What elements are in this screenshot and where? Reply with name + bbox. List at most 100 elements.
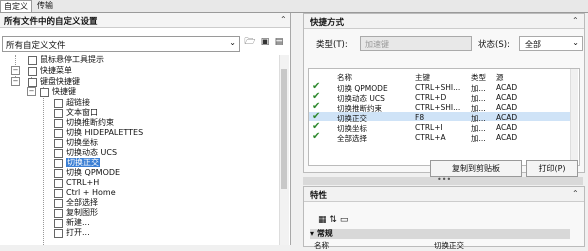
property-pages-icon[interactable]: ▭ [340, 215, 349, 225]
column-header-key[interactable]: 主键 [415, 72, 430, 83]
tree-node-item[interactable]: 切换推断约束 [54, 118, 114, 128]
collapse-icon[interactable]: ⌃ [572, 16, 579, 25]
command-icon [54, 168, 63, 178]
shortcut-source: ACAD [496, 133, 518, 142]
shortcut-source: ACAD [496, 93, 518, 102]
chevron-down-icon: ⌄ [572, 38, 579, 47]
tree-node-keyboard-shortcuts[interactable]: 键盘快捷键 [28, 77, 80, 87]
tree-node-item[interactable]: 复制图形 [54, 208, 98, 218]
save-icon[interactable]: ▣ [259, 36, 271, 49]
shortcuts-title: 快捷方式 [310, 18, 345, 28]
keyboard-icon [40, 87, 49, 97]
tree-node-item[interactable]: 全部选择 [54, 198, 98, 208]
property-group-general[interactable]: ▾ 常规 [310, 229, 570, 239]
tree-node-item[interactable]: 切换动态 UCS [54, 148, 117, 158]
status-value: 全部 [525, 40, 541, 49]
table-scrollbar[interactable] [570, 69, 578, 163]
tab-transfer[interactable]: 传输 [34, 0, 56, 11]
shortcut-name[interactable]: 全部选择 [337, 133, 367, 144]
command-icon [54, 138, 63, 148]
command-icon [54, 158, 63, 168]
categorized-icon[interactable]: ▦ [318, 215, 327, 225]
customization-file-select[interactable]: 所有自定义文件 ⌄ [2, 36, 240, 52]
print-button[interactable]: 打印(P) [526, 160, 578, 177]
chevron-down-icon: ▾ [310, 229, 315, 238]
tab-customize[interactable]: 自定义 [0, 0, 32, 12]
customizations-panel: 所有文件中的自定义设置 ⌃ 所有自定义文件 ⌄ 🗁 ▣ ▤ − − − 鼠标悬停… [0, 13, 291, 245]
shortcut-source: ACAD [496, 113, 518, 122]
status-select[interactable]: 全部 ⌄ [519, 36, 583, 51]
column-header-source[interactable]: 源 [496, 72, 504, 83]
properties-title: 特性 [310, 191, 328, 201]
tree-node-item[interactable]: 文本窗口 [54, 108, 98, 118]
command-icon [54, 228, 63, 238]
customization-file-value: 所有自定义文件 [6, 41, 66, 51]
shortcut-source: ACAD [496, 103, 518, 112]
shortcut-key: CTRL+SHI... [415, 103, 461, 112]
status-label: 状态(S): [478, 40, 510, 50]
customizations-title: 所有文件中的自定义设置 [4, 17, 98, 27]
customizations-header: 所有文件中的自定义设置 ⌃ [0, 13, 290, 28]
command-icon [54, 148, 63, 158]
expand-icon[interactable]: − [11, 77, 20, 86]
tree-node-shortcut-menus[interactable]: 快捷菜单 [28, 66, 72, 76]
tree-node-item[interactable]: 新建... [54, 218, 90, 228]
command-icon [54, 218, 63, 228]
tree-node-item[interactable]: 切换坐标 [54, 138, 98, 148]
shortcut-source: ACAD [496, 123, 518, 132]
sort-az-icon[interactable]: ⇅ [329, 215, 337, 225]
properties-panel: 特性 ⌃ ▦ ⇅ ▭ ▾ 常规 名称 切换正交 [303, 186, 585, 250]
right-pane: 快捷方式 ⌃ 类型(T): 加速键 状态(S): 全部 ⌄ 名称 主键 类型 源… [303, 13, 588, 250]
property-name: 名称 [314, 241, 329, 250]
property-value[interactable]: 切换正交 [434, 240, 464, 251]
expand-icon[interactable]: − [11, 66, 20, 75]
tree-node-item-selected[interactable]: 切换正交 [54, 158, 100, 168]
type-field-placeholder: 加速键 [365, 40, 389, 49]
shortcut-key: CTRL+SHI... [415, 83, 461, 92]
tree-node-item[interactable]: 切换 QPMODE [54, 168, 120, 178]
tree-node-item[interactable]: CTRL+H [54, 178, 99, 188]
shortcuts-header: 快捷方式 ⌃ [304, 14, 584, 29]
tab-bar: 自定义 传输 [0, 0, 588, 13]
tree-node-item[interactable]: 打开... [54, 228, 90, 238]
shortcuts-table: 名称 主键 类型 源 ✔ 切换 QPMODE CTRL+SHI... 加... … [308, 68, 580, 166]
tooltip-icon [28, 55, 37, 65]
shortcut-key: F8 [415, 113, 425, 122]
grip-icon: ••• [437, 175, 452, 184]
shortcut-key: CTRL+I [415, 123, 443, 132]
panel-splitter[interactable]: ••• [303, 175, 583, 185]
command-icon [54, 108, 63, 118]
column-header-name[interactable]: 名称 [337, 72, 352, 83]
tree-node-item[interactable]: 切换 HIDEPALETTES [54, 128, 143, 138]
customization-tree: − − − 鼠标悬停工具提示 快捷菜单 键盘快捷键 快捷键 超链接 文本窗口 切… [0, 55, 288, 245]
tree-scrollbar[interactable] [279, 55, 289, 245]
tree-node-item[interactable]: Ctrl + Home [54, 188, 116, 198]
shortcut-source: ACAD [496, 83, 518, 92]
column-header-type[interactable]: 类型 [471, 72, 486, 83]
shortcut-key: CTRL+A [415, 133, 446, 142]
shortcuts-panel: 快捷方式 ⌃ 类型(T): 加速键 状态(S): 全部 ⌄ 名称 主键 类型 源… [303, 13, 585, 177]
command-icon [54, 128, 63, 138]
tree-line [43, 87, 44, 245]
shortcut-type: 加... [471, 134, 486, 143]
command-icon [54, 98, 63, 108]
collapse-icon[interactable]: ⌃ [280, 15, 287, 24]
collapse-icon[interactable]: ⌃ [572, 189, 579, 198]
open-folder-icon[interactable]: 🗁 [244, 36, 256, 49]
check-icon: ✔ [312, 131, 321, 142]
load-icon[interactable]: ▤ [273, 36, 285, 49]
menu-icon [28, 66, 37, 76]
scrollbar-thumb[interactable] [281, 69, 287, 189]
properties-toolbar: ▦ ⇅ ▭ [318, 215, 348, 225]
command-icon [54, 188, 63, 198]
tree-node-item[interactable]: 超链接 [54, 98, 90, 108]
command-icon [54, 208, 63, 218]
tree-node-tooltips[interactable]: 鼠标悬停工具提示 [28, 55, 104, 65]
type-field[interactable]: 加速键 [360, 36, 472, 51]
chevron-down-icon: ⌄ [229, 38, 236, 47]
expand-icon[interactable]: − [27, 87, 36, 96]
properties-header: 特性 ⌃ [304, 187, 584, 202]
command-icon [54, 118, 63, 128]
command-icon [54, 178, 63, 188]
tree-node-shortcut-keys[interactable]: 快捷键 [40, 87, 76, 97]
